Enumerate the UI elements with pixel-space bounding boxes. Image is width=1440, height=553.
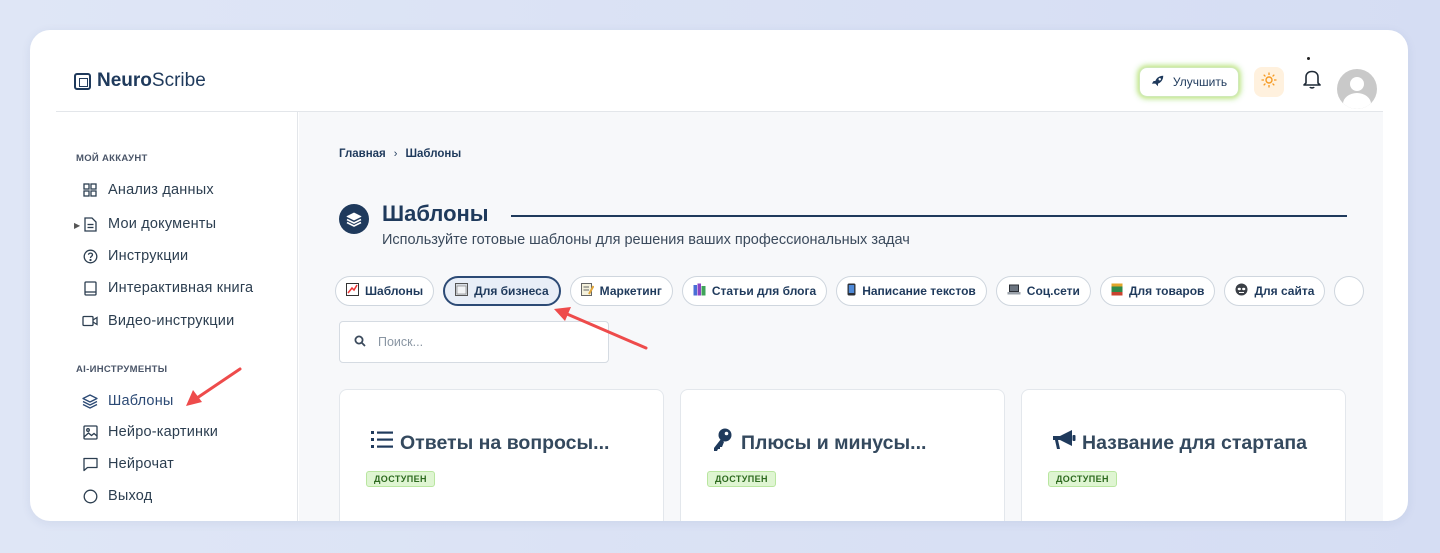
chip-website[interactable]: Для сайта (1224, 276, 1326, 306)
chip-social[interactable]: Соц.сети (995, 276, 1091, 306)
brand-light: Scribe (151, 70, 206, 91)
book-icon (82, 280, 98, 296)
card-title: Плюсы и минусы... (741, 432, 927, 454)
grid-icon (82, 182, 98, 198)
sidebar-item-label: Видео-инструкции (108, 313, 235, 329)
rocket-icon (1151, 74, 1165, 91)
top-bar: NeuroScribe Улучшить (56, 30, 1383, 112)
window-icon (455, 283, 469, 299)
sidebar-item-label: Инструкции (108, 248, 189, 264)
sidebar-item-label: Нейрочат (108, 456, 174, 472)
section-title-account: МОЙ АККАУНТ (76, 153, 148, 164)
layers-icon (82, 393, 98, 409)
avatar[interactable] (1337, 69, 1377, 109)
sidebar-item-label: Интерактивная книга (108, 280, 254, 296)
theme-toggle-button[interactable] (1254, 67, 1284, 97)
category-chips: Шаблоны Для бизнеса Маркетинг Статьи для… (335, 276, 1383, 308)
search-placeholder: Поиск... (378, 335, 424, 349)
chip-more[interactable] (1334, 276, 1365, 306)
chip-label: Для бизнеса (474, 284, 549, 298)
card-title: Название для стартапа (1082, 432, 1307, 454)
sidebar-item-instructions[interactable]: Инструкции (82, 248, 188, 264)
upgrade-button[interactable]: Улучшить (1139, 67, 1239, 97)
template-card[interactable]: Плюсы и минусы... ДОСТУПЕН (680, 389, 1005, 521)
page-title: Шаблоны (382, 201, 489, 226)
notifications-button[interactable] (1301, 68, 1323, 94)
sidebar-item-chat[interactable]: Нейрочат (82, 456, 174, 472)
chip-business[interactable]: Для бизнеса (443, 276, 561, 306)
search-input[interactable]: Поиск... (339, 321, 609, 363)
document-icon (82, 216, 98, 232)
chat-icon (82, 456, 98, 472)
sidebar: МОЙ АККАУНТ Анализ данных ▶ Мои документ… (56, 112, 298, 521)
memo-icon (580, 283, 595, 299)
avatar-shoulders (1343, 93, 1371, 109)
chip-products[interactable]: Для товаров (1099, 276, 1216, 306)
template-card[interactable]: Ответы на вопросы... ДОСТУПЕН (339, 389, 664, 521)
app-window: NeuroScribe Улучшить МОЙ АККАУНТ Анализ … (30, 30, 1408, 521)
sidebar-item-label: Нейро-картинки (108, 424, 219, 440)
title-divider (511, 215, 1347, 217)
sidebar-item-label: Шаблоны (108, 393, 174, 409)
chip-label: Маркетинг (599, 284, 662, 298)
chip-label: Статьи для блога (711, 284, 817, 298)
chip-label: Соц.сети (1026, 284, 1080, 298)
avatar-head (1350, 77, 1364, 91)
section-title-tools: AI-ИНСТРУМЕНТЫ (76, 364, 168, 375)
list-icon (370, 428, 394, 452)
status-badge: ДОСТУПЕН (707, 471, 776, 487)
mask-icon (1235, 283, 1248, 299)
sidebar-item-documents[interactable]: Мои документы (82, 216, 216, 232)
chip-label: Написание текстов (862, 284, 976, 298)
template-card[interactable]: Название для стартапа ДОСТУПЕН (1021, 389, 1346, 521)
chip-templates[interactable]: Шаблоны (335, 276, 435, 306)
chip-label: Для товаров (1128, 284, 1205, 298)
status-badge: ДОСТУПЕН (366, 471, 435, 487)
notification-dot (1307, 57, 1310, 60)
chart-check-icon (346, 283, 359, 299)
laptop-icon (1007, 284, 1021, 298)
sidebar-item-images[interactable]: Нейро-картинки (82, 424, 218, 440)
sun-icon (1261, 72, 1277, 93)
search-icon (354, 335, 366, 350)
sidebar-item-exit[interactable]: Выход (82, 488, 152, 504)
phone-icon (847, 283, 856, 299)
sidebar-item-interactive-book[interactable]: Интерактивная книга (82, 280, 253, 296)
logo[interactable]: NeuroScribe (74, 70, 206, 92)
ledger-icon (1111, 283, 1123, 299)
sidebar-item-label: Мои документы (108, 216, 217, 232)
chip-copywriting[interactable]: Написание текстов (836, 276, 987, 306)
breadcrumb-home[interactable]: Главная (339, 148, 386, 160)
breadcrumb: Главная › Шаблоны (339, 148, 461, 160)
sidebar-item-label: Выход (108, 488, 153, 504)
breadcrumb-current: Шаблоны (405, 148, 462, 160)
chip-label: Шаблоны (365, 284, 424, 298)
card-title: Ответы на вопросы... (400, 432, 610, 454)
layers-icon (339, 204, 369, 234)
sidebar-item-video[interactable]: Видео-инструкции (82, 313, 234, 329)
key-icon (711, 428, 735, 452)
image-icon (82, 424, 98, 440)
expand-caret-icon[interactable]: ▶ (74, 221, 80, 230)
sidebar-item-analytics[interactable]: Анализ данных (82, 182, 214, 198)
logo-icon (74, 72, 91, 90)
help-circle-icon (82, 248, 98, 264)
bell-icon (1303, 69, 1321, 94)
page-subtitle: Используйте готовые шаблоны для решения … (382, 232, 910, 248)
status-badge: ДОСТУПЕН (1048, 471, 1117, 487)
sidebar-item-templates[interactable]: Шаблоны (82, 393, 174, 409)
sidebar-item-label: Анализ данных (108, 182, 214, 198)
chip-marketing[interactable]: Маркетинг (569, 276, 673, 306)
main-content: Главная › Шаблоны Шаблоны Используйте го… (299, 112, 1383, 521)
chip-blog[interactable]: Статьи для блога (681, 276, 828, 306)
video-icon (82, 313, 98, 329)
breadcrumb-separator: › (393, 148, 398, 160)
brand-bold: Neuro (97, 70, 152, 91)
megaphone-icon (1052, 428, 1076, 452)
chip-label: Для сайта (1254, 284, 1315, 298)
books-icon (693, 283, 706, 299)
exit-icon (82, 488, 98, 504)
upgrade-label: Улучшить (1172, 75, 1228, 89)
